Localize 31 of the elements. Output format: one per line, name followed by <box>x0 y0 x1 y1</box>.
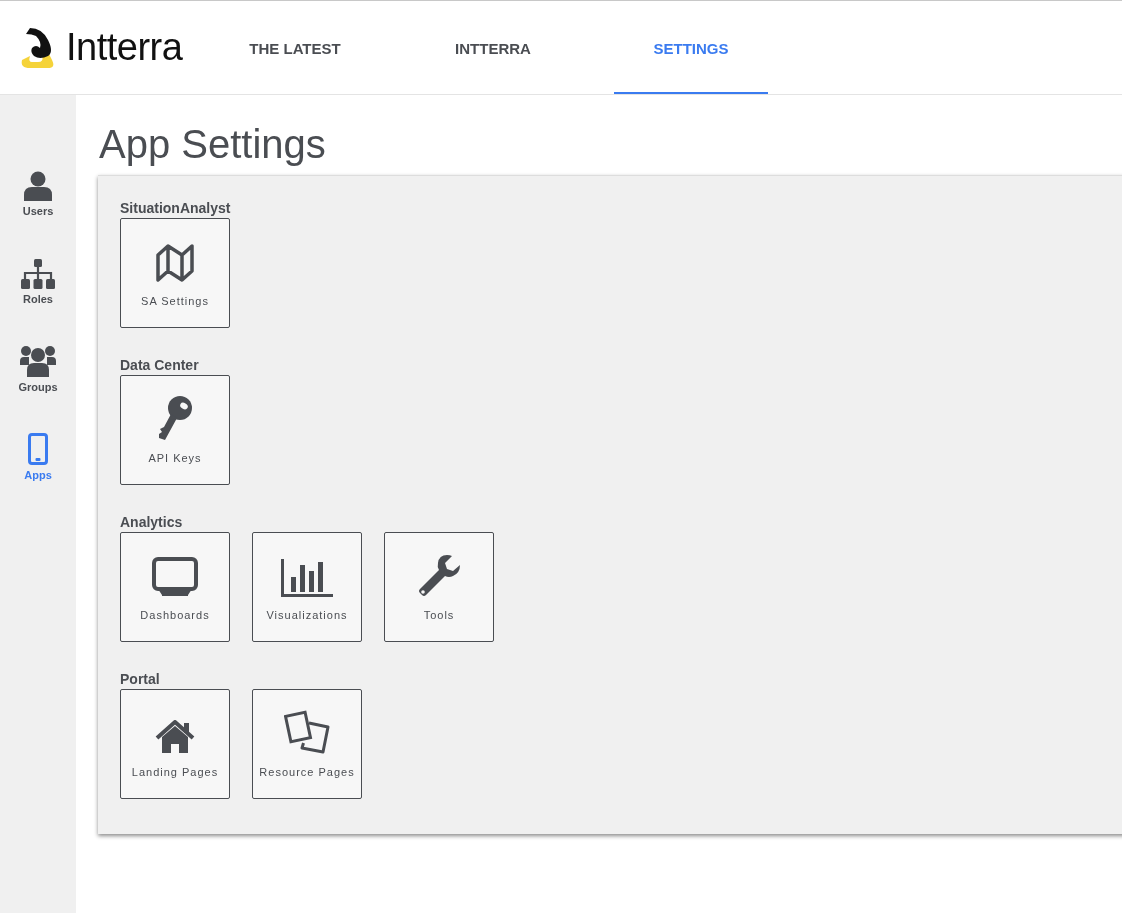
page-title: App Settings <box>99 121 327 167</box>
key-icon <box>157 396 193 440</box>
phone-icon <box>28 433 48 465</box>
settings-tile[interactable]: Resource Pages <box>252 689 362 799</box>
settings-tile[interactable]: Visualizations <box>252 532 362 642</box>
settings-tile[interactable]: Dashboards <box>120 532 230 642</box>
house-icon <box>155 720 195 754</box>
settings-tile[interactable]: Landing Pages <box>120 689 230 799</box>
sidebar-item[interactable]: Roles <box>0 217 76 305</box>
sidebar-item[interactable]: Groups <box>0 305 76 393</box>
hierarchy-icon <box>21 259 55 289</box>
pages-icon <box>284 710 330 754</box>
logo-text: Intterra <box>66 26 183 69</box>
sidebar-item[interactable]: Users <box>0 129 76 217</box>
section-heading: Data Center <box>120 357 200 373</box>
user-icon <box>24 171 52 201</box>
nav-tab[interactable]: THE LATEST <box>218 25 372 94</box>
section-heading: Portal <box>120 671 161 687</box>
section-heading: Analytics <box>120 514 184 530</box>
sidebar-item[interactable]: Apps <box>0 393 76 481</box>
settings-tile[interactable]: SA Settings <box>120 218 230 328</box>
settings-tile[interactable]: API Keys <box>120 375 230 485</box>
map-icon <box>156 243 194 283</box>
monitor-icon <box>152 557 198 597</box>
settings-tile[interactable]: Tools <box>384 532 494 642</box>
group-icon <box>20 345 56 377</box>
bar-chart-icon <box>281 559 333 597</box>
nav-tab[interactable]: INTTERRA <box>416 25 570 94</box>
wrench-icon <box>417 553 461 597</box>
section-heading: SituationAnalyst <box>120 200 232 216</box>
nav-tab[interactable]: SETTINGS <box>614 25 768 94</box>
